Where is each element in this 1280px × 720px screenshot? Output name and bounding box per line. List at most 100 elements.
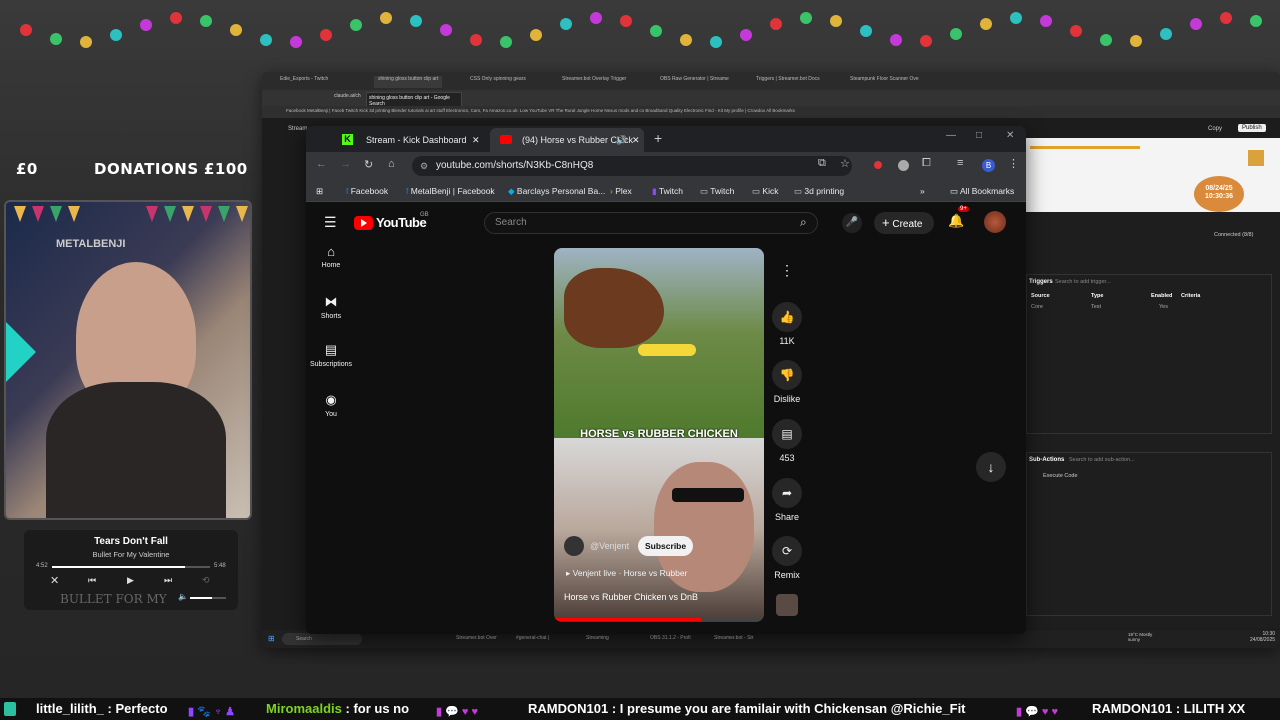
extension-icon[interactable] bbox=[898, 160, 909, 171]
search-icon[interactable]: ⌕ bbox=[800, 215, 807, 230]
desktop-tab[interactable]: Steampunk Floor Scanner Ove bbox=[850, 76, 919, 88]
volume-slider[interactable] bbox=[190, 597, 226, 599]
remix-button[interactable]: ⟳ Remix bbox=[770, 536, 804, 580]
preview-square bbox=[1248, 150, 1264, 166]
desktop-tab[interactable]: Streamer.bot Overlay Trigger bbox=[562, 76, 626, 88]
more-options-icon[interactable]: ⋮ bbox=[770, 262, 804, 279]
address-bar: ← → ↻ ⌂ ⚙ youtube.com/shorts/N3Kb-C8nHQ8… bbox=[306, 152, 1026, 180]
back-icon[interactable]: ← bbox=[316, 158, 327, 170]
profile-avatar[interactable]: B bbox=[982, 159, 995, 172]
nav-subscriptions[interactable]: ▤ Subscriptions bbox=[306, 342, 356, 368]
bookmark-item[interactable]: f Facebook bbox=[346, 184, 388, 198]
light-bulb bbox=[1220, 12, 1232, 25]
youtube-logo-icon[interactable] bbox=[354, 216, 373, 230]
close-tab-icon[interactable]: ✕ bbox=[472, 128, 480, 152]
tab-youtube-short[interactable]: (94) Horse vs Rubber Chick 🔊 ✕ bbox=[490, 128, 644, 152]
bookmark-item[interactable]: ▮ Twitch bbox=[652, 184, 683, 198]
video-progress-bar[interactable] bbox=[554, 618, 764, 621]
nav-you[interactable]: ◉ You bbox=[306, 392, 356, 418]
bookmark-item[interactable]: ▭ Twitch bbox=[700, 184, 734, 198]
taskbar-item[interactable]: Streaming bbox=[586, 635, 609, 641]
copy-button[interactable]: Copy bbox=[1208, 126, 1222, 132]
taskbar-item[interactable]: #general-chat | bbox=[516, 635, 549, 641]
taskbar-search[interactable]: Search bbox=[282, 633, 362, 645]
apps-icon[interactable]: ⊞ bbox=[316, 184, 323, 198]
menu-icon[interactable]: ⋮ bbox=[1008, 157, 1019, 170]
trigger-search[interactable]: Search to add trigger... bbox=[1055, 279, 1235, 285]
bookmark-item[interactable]: ◆ Barclays Personal Ba... bbox=[508, 184, 605, 198]
new-tab-icon[interactable]: + bbox=[654, 130, 662, 146]
minimize-icon[interactable]: — bbox=[946, 130, 956, 141]
create-button[interactable]: + Create bbox=[874, 212, 934, 234]
all-bookmarks[interactable]: ▭ All Bookmarks bbox=[950, 184, 1014, 198]
close-tab-icon[interactable]: ✕ bbox=[632, 128, 640, 152]
desktop-tab[interactable]: Edie_Esports - Twitch bbox=[280, 76, 328, 88]
share-button[interactable]: ➦ Share bbox=[770, 478, 804, 522]
repeat-icon[interactable]: ⟲ bbox=[202, 575, 210, 586]
sound-thumbnail[interactable] bbox=[776, 594, 798, 616]
url-input[interactable]: ⚙ youtube.com/shorts/N3Kb-C8nHQ8 bbox=[412, 156, 852, 176]
bookmark-item[interactable]: ▭ Kick bbox=[752, 184, 778, 198]
subscribe-button[interactable]: Subscribe bbox=[638, 536, 694, 556]
maximize-icon[interactable]: □ bbox=[976, 130, 982, 141]
bookmark-item[interactable]: › Plex bbox=[610, 184, 632, 198]
nav-shorts[interactable]: ⧓ Shorts bbox=[306, 294, 356, 320]
next-icon[interactable]: ⏭ bbox=[164, 575, 172, 586]
desktop-tab[interactable]: Triggers | Streamer.bot Docs bbox=[756, 76, 820, 88]
barclays-icon: ◆ bbox=[508, 186, 517, 196]
subaction-item[interactable]: Execute Code bbox=[1043, 473, 1078, 479]
audio-icon[interactable]: 🔊 bbox=[616, 128, 627, 152]
forward-icon[interactable]: → bbox=[340, 158, 351, 170]
site-info-icon[interactable]: ⚙ bbox=[420, 156, 428, 176]
seek-bar[interactable] bbox=[52, 566, 210, 568]
taskbar-item[interactable]: Streamer.bot Over bbox=[456, 635, 497, 641]
channel-avatar[interactable] bbox=[564, 536, 584, 556]
youtube-logo[interactable]: YouTube bbox=[376, 215, 427, 230]
music-line[interactable]: ▸ Venjent live · Horse vs Rubber bbox=[566, 568, 687, 579]
notifications-icon[interactable]: 🔔 bbox=[948, 213, 964, 229]
extensions-icon[interactable]: ⧠ bbox=[922, 157, 931, 170]
desktop-url[interactable]: claude.ai/ch bbox=[334, 93, 361, 99]
search-input[interactable]: Search bbox=[484, 212, 818, 234]
account-avatar[interactable] bbox=[984, 211, 1006, 233]
bookmark-item[interactable]: ▭ 3d printing bbox=[794, 184, 844, 198]
media-control-icon[interactable]: ≡ bbox=[957, 157, 963, 169]
nav-home[interactable]: ⌂ Home bbox=[306, 244, 356, 269]
date-badge: 08/24/25 10:30:36 bbox=[1194, 176, 1244, 212]
shuffle-icon[interactable]: ✕ bbox=[50, 574, 59, 587]
microphone-icon[interactable]: 🎤 bbox=[842, 213, 862, 233]
next-video-arrow-icon[interactable]: ↓ bbox=[976, 452, 1006, 482]
taskbar-item[interactable]: OBS 31.1.2 - Profi bbox=[650, 635, 691, 641]
row-enabled[interactable]: Yes bbox=[1159, 304, 1168, 310]
desktop-tab[interactable]: OBS Raw Generator | Streame bbox=[660, 76, 729, 88]
install-icon[interactable]: ⧉ bbox=[818, 157, 826, 170]
record-icon[interactable] bbox=[874, 161, 882, 169]
play-icon[interactable]: ▶ bbox=[127, 575, 134, 586]
close-window-icon[interactable]: ✕ bbox=[1006, 130, 1014, 141]
volume-icon[interactable]: 🔈 bbox=[178, 592, 188, 601]
bookmark-item[interactable]: f MetalBenji | Facebook bbox=[406, 184, 495, 198]
more-bookmarks-icon[interactable]: » bbox=[920, 184, 925, 198]
light-bulb bbox=[1100, 33, 1112, 46]
previous-icon[interactable]: ⏮ bbox=[88, 575, 96, 586]
comments-button[interactable]: ▤ 453 bbox=[770, 419, 804, 463]
dislike-button[interactable]: 👎 Dislike bbox=[770, 360, 804, 404]
like-button[interactable]: 👍 11K bbox=[770, 302, 804, 346]
hamburger-menu-icon[interactable]: ☰ bbox=[324, 214, 337, 231]
desktop-tab[interactable]: shining gloss button clip art bbox=[374, 76, 443, 88]
bookmark-star-icon[interactable]: ☆ bbox=[840, 157, 850, 170]
taskbar-item[interactable]: Streamer.bot - Str bbox=[714, 635, 753, 641]
channel-name[interactable]: @Venjent bbox=[590, 541, 629, 551]
windows-start-icon[interactable]: ⊞ bbox=[268, 634, 275, 643]
weather-widget[interactable]: 19°C Mostly sunny bbox=[1128, 632, 1164, 642]
shorts-video-player[interactable]: HORSE vs RUBBER CHICKEN @Venjent Subscri… bbox=[554, 248, 764, 622]
reload-icon[interactable]: ↻ bbox=[364, 158, 373, 171]
tab-kick-dashboard[interactable]: K Stream - Kick Dashboard ✕ bbox=[334, 128, 484, 152]
subaction-search[interactable]: Search to add sub-action... bbox=[1069, 457, 1249, 463]
row-type[interactable]: Test bbox=[1091, 304, 1101, 310]
light-bulb bbox=[320, 28, 332, 41]
row-source[interactable]: Core bbox=[1031, 304, 1043, 310]
home-icon[interactable]: ⌂ bbox=[388, 158, 395, 170]
desktop-tab[interactable]: CSS Only spinning gears bbox=[470, 76, 526, 88]
publish-button[interactable]: Publish bbox=[1238, 124, 1266, 132]
